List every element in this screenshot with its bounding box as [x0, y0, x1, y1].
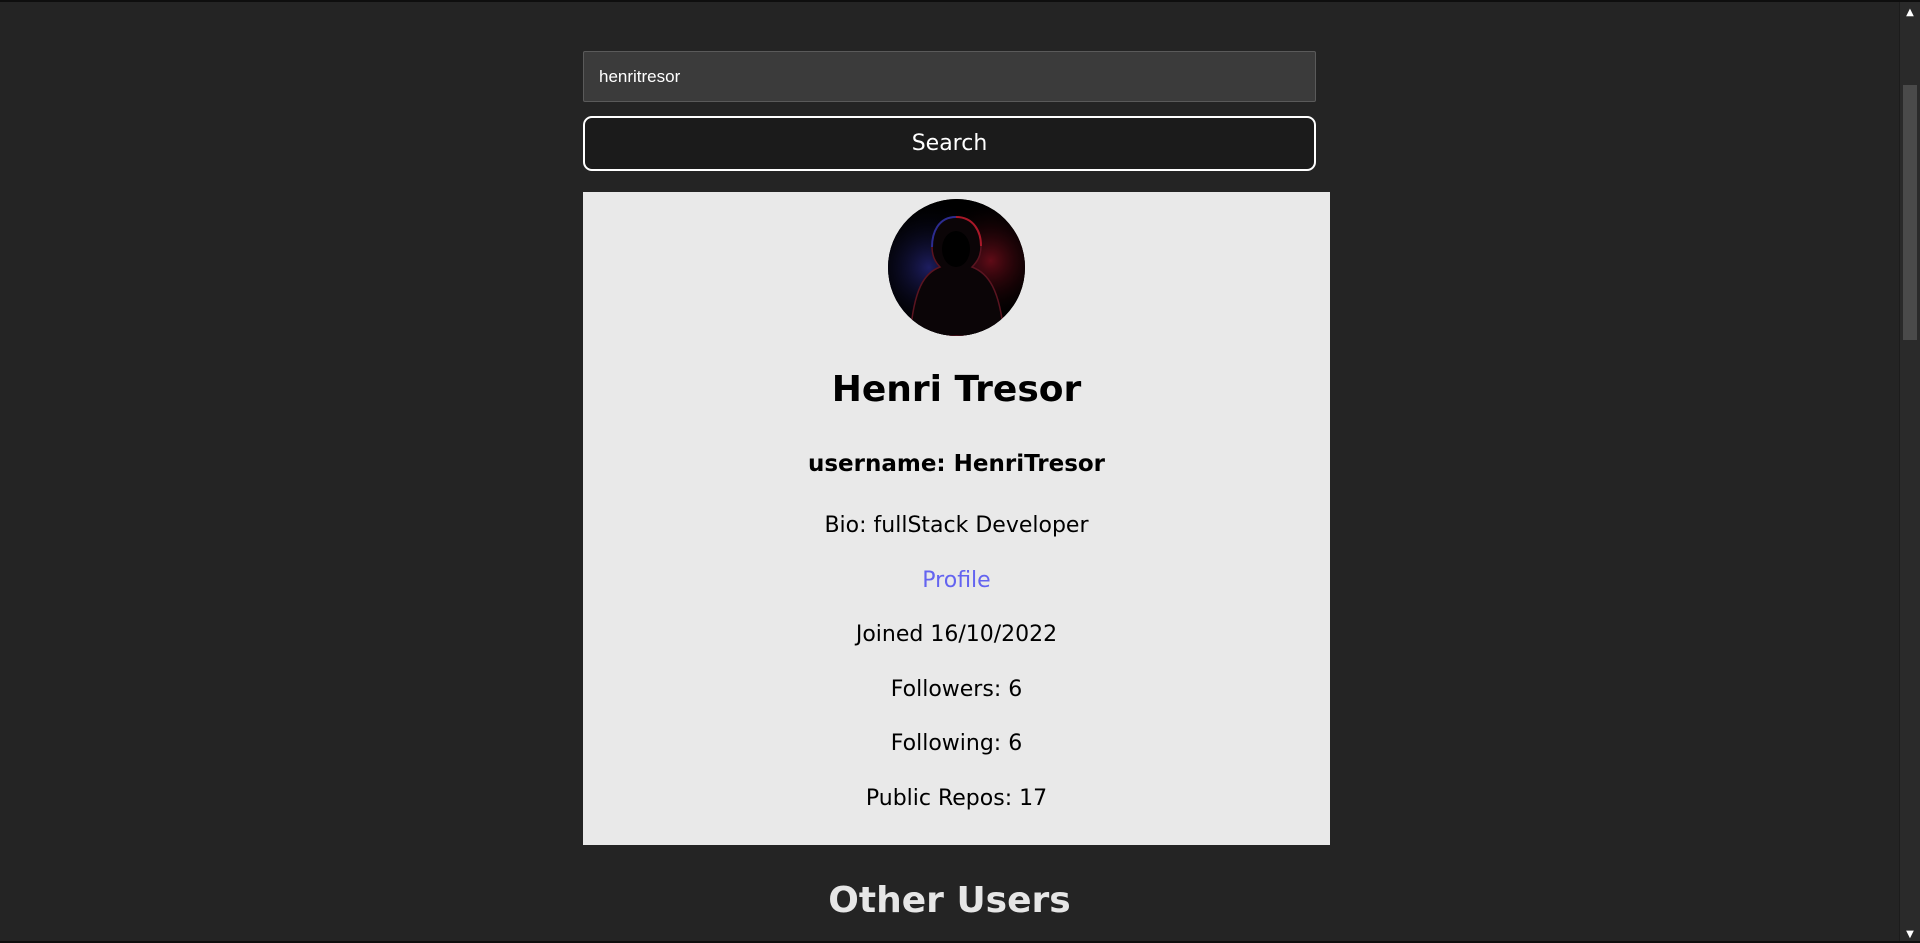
user-username: username: HenriTresor: [807, 451, 1106, 477]
other-users-heading: Other Users: [828, 880, 1071, 921]
user-joined-date: Joined 16/10/2022: [855, 622, 1058, 647]
scrollbar-thumb[interactable]: [1903, 85, 1917, 340]
search-input[interactable]: [583, 51, 1316, 102]
hooded-figure-icon: [888, 199, 1025, 336]
user-followers-count: Followers: 6: [890, 677, 1023, 702]
profile-link[interactable]: Profile: [583, 570, 1330, 592]
vertical-scrollbar[interactable]: ▲ ▼: [1899, 2, 1920, 941]
search-button[interactable]: Search: [583, 116, 1316, 171]
page-content: Search: [0, 2, 1899, 941]
browser-viewport: Search: [0, 0, 1920, 943]
user-profile-card: Henri Tresor username: HenriTresor Bio: …: [583, 192, 1330, 845]
scroll-up-arrow-icon[interactable]: ▲: [1900, 4, 1920, 21]
user-following-count: Following: 6: [890, 731, 1023, 756]
user-full-name: Henri Tresor: [831, 369, 1082, 410]
avatar: [888, 199, 1025, 336]
user-public-repos-count: Public Repos: 17: [865, 786, 1048, 811]
user-bio: Bio: fullStack Developer: [824, 513, 1089, 538]
scroll-down-arrow-icon[interactable]: ▼: [1900, 926, 1920, 941]
